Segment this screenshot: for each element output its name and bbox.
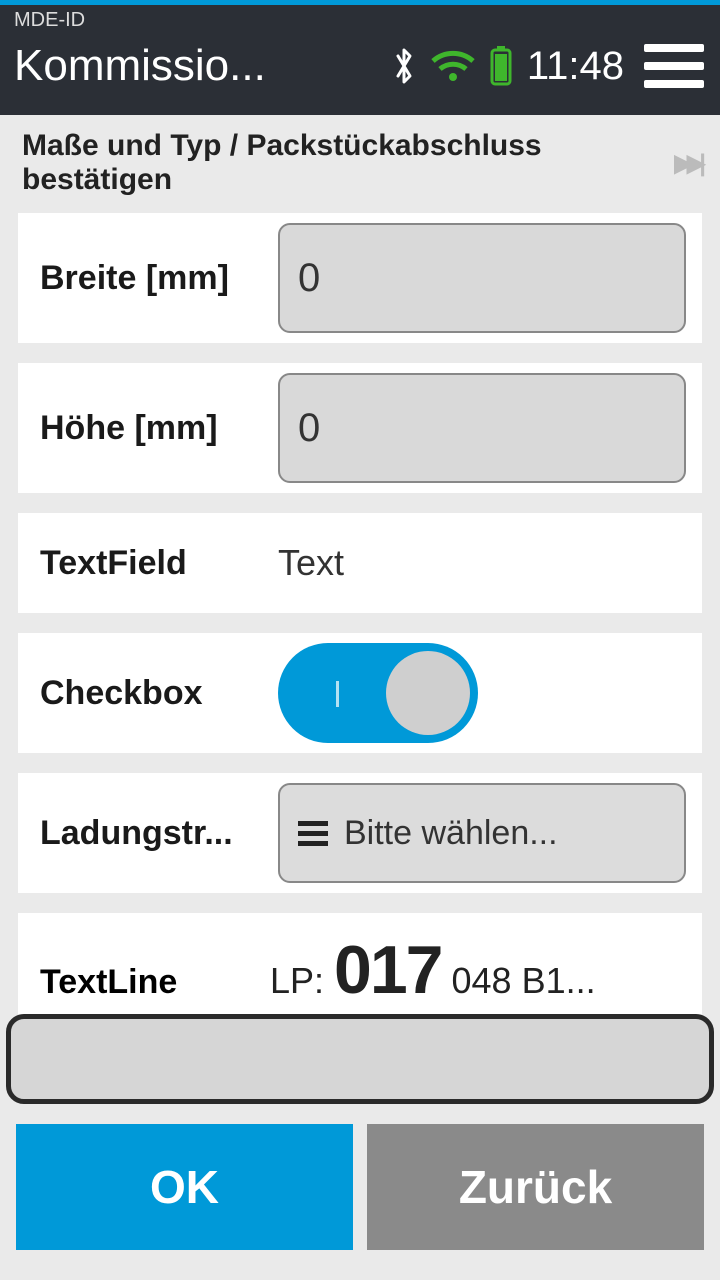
row-textfield: TextField Text xyxy=(18,513,702,613)
skip-forward-icon[interactable]: ▶▶| xyxy=(674,149,700,178)
wifi-icon xyxy=(431,49,475,83)
clock: 11:48 xyxy=(527,44,624,89)
mde-id-label: MDE-ID xyxy=(14,9,710,31)
textline-value: LP: 017 048 B1... xyxy=(270,931,686,1009)
list-icon xyxy=(298,821,328,846)
breite-label: Breite [mm] xyxy=(18,259,278,298)
section-title: Maße und Typ / Packstückabschluss bestät… xyxy=(0,115,720,213)
back-button[interactable]: Zurück xyxy=(367,1124,704,1250)
checkbox-toggle[interactable] xyxy=(278,643,478,743)
textline-label: TextLine xyxy=(40,963,270,1002)
textfield-value: Text xyxy=(278,542,686,584)
ladung-value: Bitte wählen... xyxy=(344,814,558,853)
toggle-knob xyxy=(386,651,470,735)
bluetooth-icon xyxy=(391,46,417,86)
checkbox-label: Checkbox xyxy=(18,674,278,713)
hoehe-label: Höhe [mm] xyxy=(18,409,278,448)
row-textline: TextLine LP: 017 048 B1... xyxy=(18,913,702,1027)
ladung-select[interactable]: Bitte wählen... xyxy=(278,783,686,883)
row-hoehe: Höhe [mm] xyxy=(18,363,702,493)
app-header: MDE-ID Kommissio... 11:48 xyxy=(0,5,720,115)
status-area: 11:48 xyxy=(391,40,710,92)
scan-input[interactable] xyxy=(6,1014,714,1104)
textfield-label: TextField xyxy=(18,544,278,583)
row-checkbox: Checkbox xyxy=(18,633,702,753)
ladung-label: Ladungstr... xyxy=(18,814,278,853)
footer: OK Zurück xyxy=(0,1110,720,1280)
ok-button[interactable]: OK xyxy=(16,1124,353,1250)
battery-icon xyxy=(489,46,513,86)
hoehe-input[interactable] xyxy=(278,373,686,483)
screen-title: Kommissio... xyxy=(14,41,266,91)
row-ladung: Ladungstr... Bitte wählen... xyxy=(18,773,702,893)
menu-icon[interactable] xyxy=(638,40,710,92)
row-breite: Breite [mm] xyxy=(18,213,702,343)
breite-input[interactable] xyxy=(278,223,686,333)
